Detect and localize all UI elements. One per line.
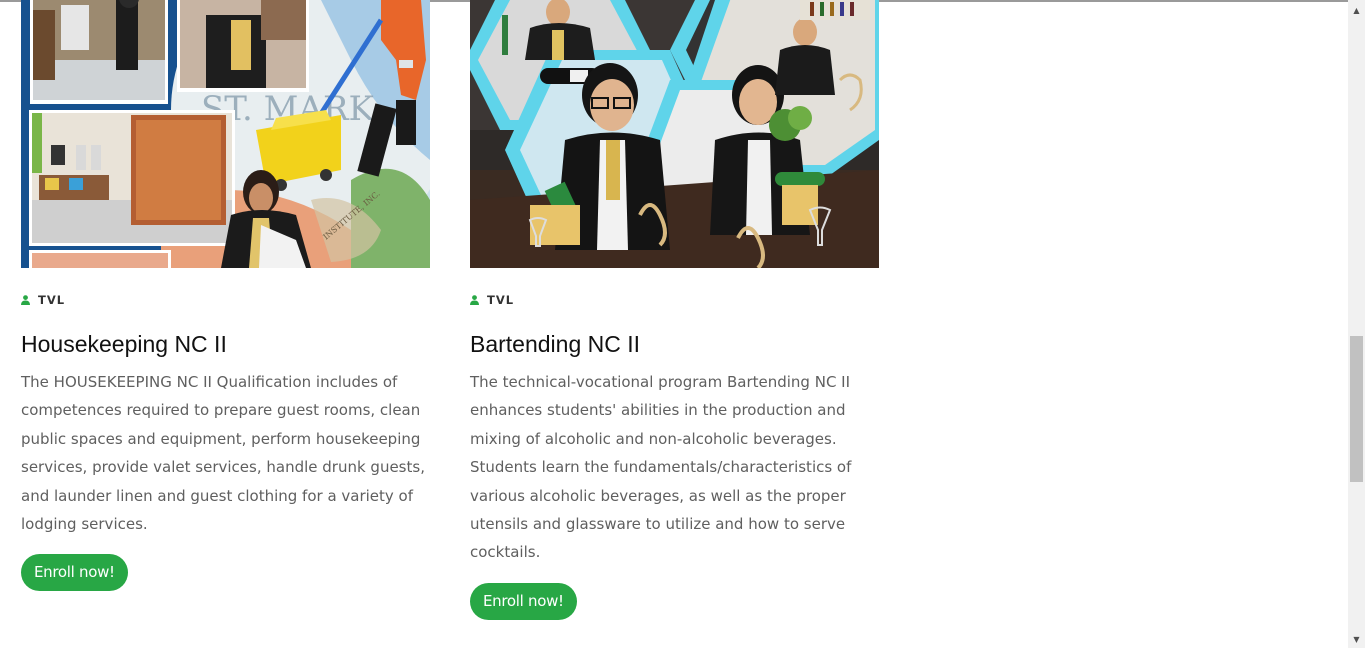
enroll-now-button[interactable]: Enroll now! (470, 582, 577, 620)
scroll-up-arrow-icon[interactable]: ▲ (1348, 2, 1365, 19)
vertical-scrollbar[interactable]: ▲ ▼ (1348, 0, 1365, 648)
course-title[interactable]: Bartending NC II (470, 330, 879, 358)
scroll-down-arrow-icon[interactable]: ▼ (1348, 631, 1365, 648)
housekeeping-photo[interactable]: ST. MARK INSTITUTE, INC. (21, 0, 430, 268)
enroll-now-button[interactable]: Enroll now! (21, 554, 128, 592)
course-title[interactable]: Housekeeping NC II (21, 330, 430, 358)
scrollbar-thumb[interactable] (1350, 336, 1363, 482)
bartending-photo[interactable] (470, 0, 879, 268)
category-row: TVL (470, 293, 879, 307)
user-icon (470, 295, 479, 305)
course-card-housekeeping: ST. MARK INSTITUTE, INC. TVL Housekeepin… (21, 0, 430, 592)
category-label[interactable]: TVL (487, 293, 514, 307)
user-icon (21, 295, 30, 305)
category-row: TVL (21, 293, 430, 307)
course-description: The HOUSEKEEPING NC II Qualification inc… (21, 373, 425, 534)
category-label[interactable]: TVL (38, 293, 65, 307)
course-card-bartending: TVL Bartending NC II The technical-vocat… (470, 0, 879, 620)
course-description: The technical-vocational program Bartend… (470, 373, 852, 562)
